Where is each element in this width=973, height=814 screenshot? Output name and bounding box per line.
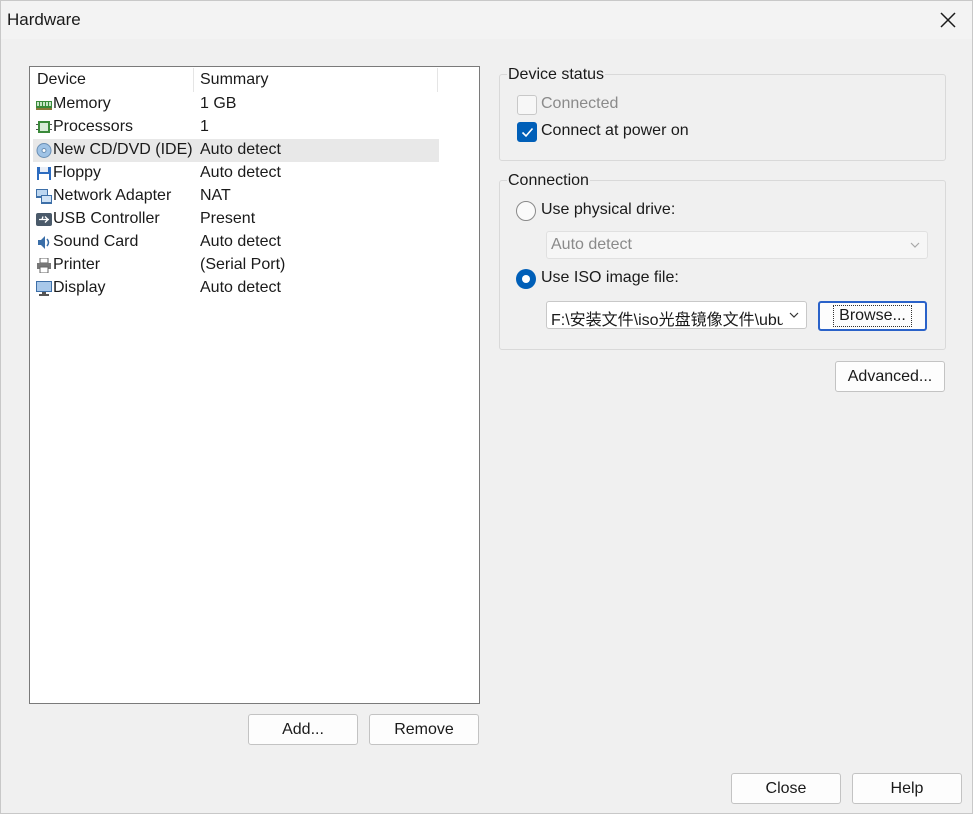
advanced-button[interactable]: Advanced... xyxy=(835,361,945,392)
chevron-down-icon xyxy=(910,242,920,248)
connected-label: Connected xyxy=(541,95,619,112)
printer-icon xyxy=(37,258,51,273)
title-bar: Hardware xyxy=(1,1,972,39)
network-adapter-icon xyxy=(36,189,52,204)
browse-button[interactable]: Browse... xyxy=(818,301,927,331)
browse-button-label: Browse... xyxy=(833,305,912,327)
device-name: Floppy xyxy=(53,164,102,181)
use-physical-drive-radio[interactable] xyxy=(516,201,536,221)
sound-card-icon xyxy=(38,236,50,249)
device-status-label: Device status xyxy=(507,66,606,84)
window-title: Hardware xyxy=(7,10,81,29)
device-row-display[interactable]: Display Auto detect xyxy=(33,277,439,300)
close-icon xyxy=(940,12,956,28)
floppy-icon xyxy=(37,167,51,180)
memory-icon xyxy=(36,101,52,110)
physical-drive-value: Auto detect xyxy=(551,236,632,253)
iso-path-combo[interactable]: F:\安装文件\iso光盘镜像文件\ubuntu xyxy=(546,301,807,329)
device-name: Memory xyxy=(53,95,111,112)
device-row-sound-card[interactable]: Sound Card Auto detect xyxy=(33,231,439,254)
device-row-floppy[interactable]: Floppy Auto detect xyxy=(33,162,439,185)
use-iso-image-label: Use ISO image file: xyxy=(541,269,679,286)
device-name: Processors xyxy=(53,118,134,135)
device-name: New CD/DVD (IDE) xyxy=(53,141,193,158)
device-row-memory[interactable]: Memory 1 GB xyxy=(33,93,439,116)
add-button[interactable]: Add... xyxy=(248,714,358,745)
column-divider[interactable] xyxy=(437,68,438,92)
device-summary: Auto detect xyxy=(200,279,281,296)
connect-at-power-on-checkbox[interactable] xyxy=(517,122,537,142)
device-status-group: Device status Connected Connect at power… xyxy=(499,66,946,161)
connection-label: Connection xyxy=(507,172,590,190)
hardware-dialog: Hardware Device Summary Memory 1 GB Proc… xyxy=(0,0,973,814)
chevron-down-icon[interactable] xyxy=(788,309,800,321)
device-name: Sound Card xyxy=(53,233,139,250)
help-button[interactable]: Help xyxy=(852,773,962,804)
device-summary: 1 xyxy=(200,118,209,135)
remove-button[interactable]: Remove xyxy=(369,714,479,745)
physical-drive-select[interactable]: Auto detect xyxy=(546,231,928,259)
connected-checkbox[interactable] xyxy=(517,95,537,115)
device-summary: Auto detect xyxy=(200,164,281,181)
connection-group: Connection Use physical drive: Auto dete… xyxy=(499,172,946,350)
device-name: Network Adapter xyxy=(53,187,172,204)
device-name: USB Controller xyxy=(53,210,160,227)
display-icon xyxy=(36,281,52,296)
use-physical-drive-label: Use physical drive: xyxy=(541,201,676,218)
device-list[interactable]: Device Summary Memory 1 GB Processors 1 … xyxy=(29,66,480,704)
column-divider[interactable] xyxy=(193,68,194,92)
usb-controller-icon xyxy=(36,213,52,226)
device-row-usb-controller[interactable]: USB Controller Present xyxy=(33,208,439,231)
device-summary: Auto detect xyxy=(200,141,281,158)
close-window-button[interactable] xyxy=(930,3,966,37)
device-row-printer[interactable]: Printer (Serial Port) xyxy=(33,254,439,277)
processor-icon xyxy=(36,121,52,133)
device-name: Display xyxy=(53,279,106,296)
device-summary: 1 GB xyxy=(200,95,237,112)
device-row-cd-dvd[interactable]: New CD/DVD (IDE) Auto detect xyxy=(33,139,439,162)
column-header-summary[interactable]: Summary xyxy=(200,71,268,89)
device-summary: NAT xyxy=(200,187,231,204)
cd-dvd-icon xyxy=(36,143,52,158)
device-list-header: Device Summary xyxy=(30,67,479,93)
device-summary: Auto detect xyxy=(200,233,281,250)
device-name: Printer xyxy=(53,256,101,273)
column-header-device[interactable]: Device xyxy=(37,71,86,89)
use-iso-image-radio[interactable] xyxy=(516,269,536,289)
connect-at-power-on-label: Connect at power on xyxy=(541,122,689,139)
device-row-processors[interactable]: Processors 1 xyxy=(33,116,439,139)
close-button[interactable]: Close xyxy=(731,773,841,804)
iso-path-value: F:\安装文件\iso光盘镜像文件\ubuntu xyxy=(551,312,783,329)
device-summary: Present xyxy=(200,210,256,227)
device-row-network-adapter[interactable]: Network Adapter NAT xyxy=(33,185,439,208)
device-summary: (Serial Port) xyxy=(200,256,286,273)
checkmark-icon xyxy=(521,127,533,137)
